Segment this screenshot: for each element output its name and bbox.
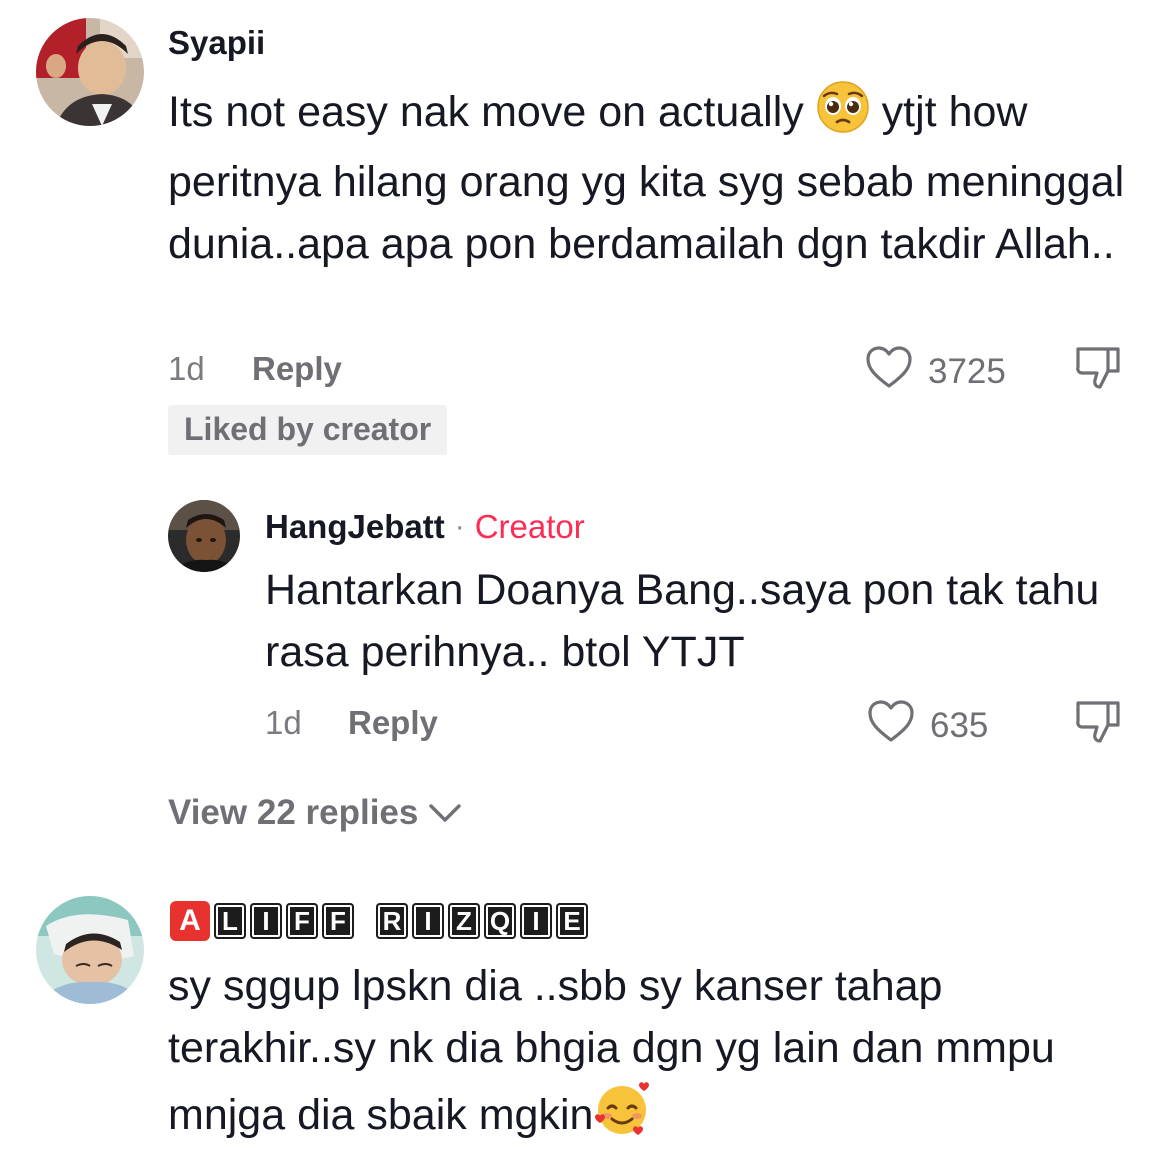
like-button[interactable]: 635	[866, 698, 988, 753]
creator-tag: Creator	[474, 508, 585, 545]
username-letter: F	[286, 903, 318, 939]
reply-header: HangJebatt · Creator	[265, 508, 585, 546]
like-count: 635	[930, 705, 989, 745]
comment-username[interactable]: Syapii	[168, 24, 265, 62]
like-button[interactable]: 3725	[864, 344, 1006, 399]
thumbs-down-icon	[1076, 701, 1120, 743]
dislike-button[interactable]	[1074, 343, 1124, 396]
dislike-button[interactable]	[1074, 697, 1124, 750]
username-letter: R	[376, 903, 408, 939]
avatar-hangjebatt[interactable]	[168, 500, 240, 572]
comment-text-part1: Its not easy nak move on actually	[168, 88, 816, 136]
username-letter: Q	[484, 903, 516, 939]
view-replies-button[interactable]: View 22 replies	[168, 793, 462, 833]
reply-button[interactable]: Reply	[252, 350, 342, 388]
avatar-aliff-rizqie[interactable]	[36, 896, 144, 1004]
comment-username-fancy[interactable]: A L I F F R I Z Q I E	[170, 901, 588, 941]
pleading-face-icon	[816, 80, 870, 151]
liked-by-creator-badge: Liked by creator	[168, 405, 448, 455]
reply-username[interactable]: HangJebatt	[265, 508, 445, 546]
reply-button[interactable]: Reply	[348, 704, 438, 742]
username-letter: L	[214, 903, 246, 939]
username-letter: Z	[448, 903, 480, 939]
username-letter: I	[412, 903, 444, 939]
avatar-photo	[168, 500, 240, 572]
reply-time: 1d	[265, 704, 302, 741]
username-letter: E	[556, 903, 588, 939]
heart-icon	[864, 344, 914, 399]
like-count: 3725	[928, 351, 1006, 391]
smiling-face-with-hearts-icon	[593, 1079, 651, 1154]
username-letter: F	[322, 903, 354, 939]
username-letter: A	[170, 901, 210, 941]
avatar-syapii[interactable]	[36, 18, 144, 126]
comment-text: Its not easy nak move on actually ytjt h…	[168, 80, 1133, 275]
reply-text: Hantarkan Doanya Bang..saya pon tak tahu…	[265, 566, 1100, 676]
avatar-photo	[36, 896, 144, 1004]
username-letter: I	[250, 903, 282, 939]
view-replies-label: View 22 replies	[168, 793, 419, 832]
username-letter: I	[520, 903, 552, 939]
chevron-down-icon	[428, 793, 462, 833]
comment-time: 1d	[168, 350, 205, 387]
separator-dot: ·	[454, 510, 465, 543]
comment-text: sy sggup lpskn dia ..sbb sy kanser tahap…	[168, 955, 1128, 1154]
heart-icon	[866, 698, 916, 753]
avatar-photo	[36, 18, 144, 126]
thumbs-down-icon	[1076, 347, 1120, 389]
